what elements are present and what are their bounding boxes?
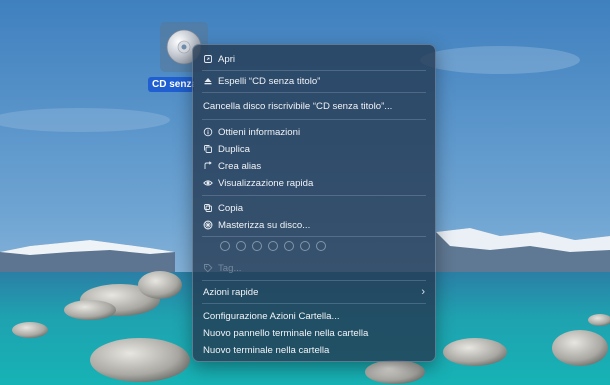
tag-color-row [220,241,326,251]
copy-icon [203,203,213,213]
chevron-right-icon: › [421,286,425,298]
menu-item-label: Ottieni informazioni [218,126,301,138]
tag-circle[interactable] [300,241,310,251]
tag-circle[interactable] [220,241,230,251]
menu-separator [202,92,426,93]
menu-separator [202,70,426,71]
menu-item-burn-disc[interactable]: Masterizza su disco... [193,217,435,233]
cd-desktop-label[interactable]: CD senza titolo [148,77,194,92]
duplicate-icon [203,144,213,154]
menu-item-make-alias[interactable]: Crea alias [193,158,435,174]
menu-item-tags[interactable]: Tag... [193,260,435,276]
eject-icon [203,76,213,86]
menu-separator [202,280,426,281]
menu-item-label: Configurazione Azioni Cartella... [203,310,340,322]
menu-item-duplicate[interactable]: Duplica [193,141,435,157]
tag-circle[interactable] [252,241,262,251]
menu-separator [202,195,426,196]
menu-item-new-terminal-tab[interactable]: Nuovo pannello terminale nella cartella [193,325,435,341]
menu-item-folder-actions-setup[interactable]: Configurazione Azioni Cartella... [193,308,435,324]
eye-icon [203,178,213,188]
context-menu: Apri Espelli “CD senza titolo” Cancella … [192,44,436,362]
menu-item-label: Duplica [218,143,250,155]
alias-arrow-icon [203,161,213,171]
burn-disc-icon [203,220,213,230]
menu-item-open[interactable]: Apri [193,51,435,67]
menu-item-label: Tag... [218,262,242,274]
menu-item-label: Crea alias [218,160,262,172]
menu-separator [202,236,426,237]
tag-circle[interactable] [316,241,326,251]
menu-item-label: Nuovo terminale nella cartella [203,344,330,356]
menu-item-quick-look[interactable]: Visualizzazione rapida [193,175,435,191]
tag-circle[interactable] [236,241,246,251]
menu-item-erase-disc[interactable]: Cancella disco riscrivibile “CD senza ti… [193,98,435,114]
open-icon [203,54,213,64]
menu-item-label: Masterizza su disco... [218,219,311,231]
menu-item-get-info[interactable]: Ottieni informazioni [193,124,435,140]
tag-circle[interactable] [268,241,278,251]
menu-separator [202,303,426,304]
tag-circle[interactable] [284,241,294,251]
menu-item-label: Copia [218,202,244,214]
menu-item-label: Espelli “CD senza titolo” [218,75,321,87]
menu-item-new-terminal[interactable]: Nuovo terminale nella cartella [193,342,435,358]
tag-icon [203,263,213,273]
menu-separator [202,119,426,120]
menu-item-copy[interactable]: Copia [193,200,435,216]
menu-item-label: Nuovo pannello terminale nella cartella [203,327,369,339]
menu-item-quick-actions[interactable]: Azioni rapide › [193,284,435,300]
info-icon [203,127,213,137]
menu-item-eject[interactable]: Espelli “CD senza titolo” [193,73,435,89]
menu-item-label: Cancella disco riscrivibile “CD senza ti… [203,100,393,112]
menu-item-label: Visualizzazione rapida [218,177,314,189]
menu-item-label: Azioni rapide [203,286,259,298]
menu-item-label: Apri [218,53,236,65]
